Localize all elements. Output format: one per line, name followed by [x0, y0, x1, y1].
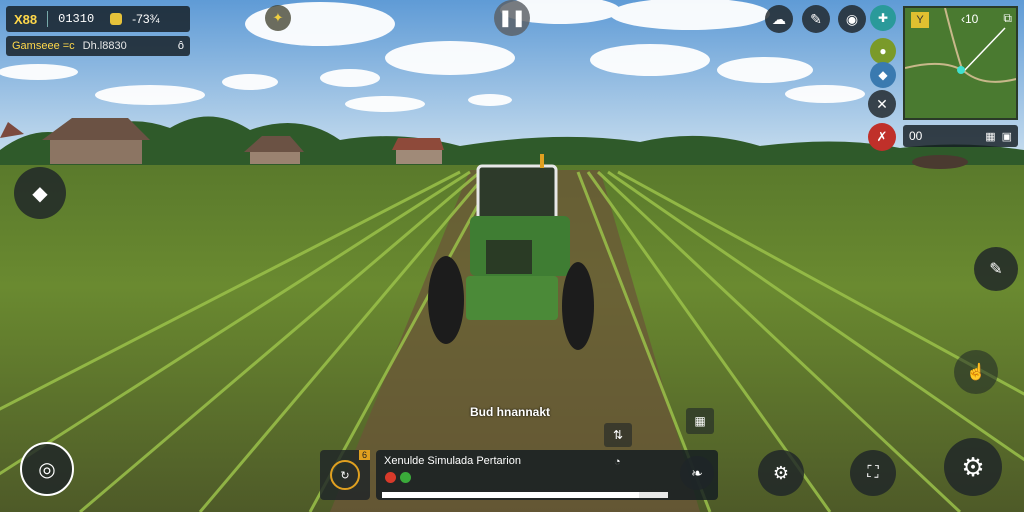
storage-icon: ▣ [1001, 130, 1012, 143]
center-label: Bud hnannakt [470, 405, 550, 419]
minimap-marker: Y [911, 12, 929, 28]
eye-button[interactable]: ● [870, 38, 896, 64]
implement-icon: ⛶ [867, 464, 879, 481]
money-panel: X88 01310 -73¾ [6, 6, 190, 32]
gear-shift-button[interactable]: ⇅ [604, 423, 632, 447]
minimap-close-icon[interactable]: ⧉ [1003, 11, 1012, 26]
weather-button[interactable]: ☁ [765, 5, 793, 33]
camera-icon: ◉ [845, 10, 859, 27]
water-button[interactable]: ◆ [870, 62, 896, 88]
task-icon-box[interactable]: ↻ 6 [320, 450, 370, 500]
leaf-icon: ❧ [691, 464, 703, 481]
cross-button[interactable]: ✕ [868, 90, 896, 118]
minimap-value: ‹10 [961, 12, 979, 26]
engine-gear-icon: ⚙ [772, 462, 790, 483]
minimap[interactable]: Y ‹10 ⧉ [903, 6, 1018, 120]
steer-icon: ◆ [32, 182, 48, 205]
coin-icon [110, 13, 123, 25]
inventory-icon: ▦ [985, 130, 996, 143]
task-progress-track [382, 492, 668, 498]
shift-icon: ⇅ [612, 428, 624, 442]
hand-icon: ☝ [966, 364, 986, 381]
cross-icon: ✕ [876, 95, 888, 112]
task-action-button[interactable]: ❧ [680, 456, 714, 490]
weather-icon: ☁ [772, 10, 786, 27]
steer-button[interactable]: ◆ [14, 167, 66, 219]
eye-icon: ● [879, 44, 887, 58]
grid-icon: ▦ [694, 414, 706, 428]
red-status-icon [385, 472, 396, 483]
horn-button[interactable]: ◎ [20, 442, 74, 496]
camera-button[interactable]: ◉ [838, 5, 866, 33]
minimap-footer-value: 00 [909, 129, 923, 143]
pen-icon: ✎ [989, 261, 1003, 278]
settings-button[interactable]: ⚙ [944, 438, 1002, 496]
gear-icon: ⚙ [961, 451, 985, 482]
drop-icon: ◆ [878, 68, 888, 82]
alert-icon: ✗ [876, 129, 888, 144]
marker-icon: ✦ [272, 10, 284, 25]
status-panel: Gamseee =c Dh.l8830 ô [6, 36, 190, 56]
gesture-button[interactable]: ☝ [954, 350, 998, 394]
task-progress-fill [382, 492, 640, 498]
minimap-footer: 00 ▦ ▣ [903, 125, 1018, 147]
tool-button[interactable]: ✎ [802, 5, 830, 33]
engine-button[interactable]: ⚙ [758, 450, 804, 496]
alert-button[interactable]: ✗ [868, 123, 896, 151]
status-right: ô [177, 40, 184, 52]
task-info-icon: ◔ [614, 456, 621, 468]
status-mid: Dh.l8830 [82, 40, 127, 52]
map-marker-button[interactable]: ✦ [265, 5, 291, 31]
task-panel: Xenulde Simulada Pertarion ◔ ❧ [376, 450, 718, 500]
green-status-icon [400, 472, 411, 483]
implement-button[interactable]: ⛶ [850, 450, 896, 496]
field-map-button[interactable]: ▦ [686, 408, 714, 434]
pause-button[interactable]: ❚❚ [494, 0, 530, 36]
pen-button[interactable]: ✎ [974, 247, 1018, 291]
vehicle-button[interactable]: ✚ [870, 5, 896, 31]
timer-icon: ↻ [330, 460, 360, 490]
time-text: 01310 [58, 12, 95, 26]
status-left: Gamseee =c [12, 40, 75, 52]
horn-icon: ◎ [38, 458, 56, 481]
task-badge: 6 [358, 450, 370, 460]
clock-icon [47, 11, 49, 27]
money-label: X88 [14, 11, 38, 27]
task-title: Xenulde Simulada Pertarion [384, 455, 521, 467]
vehicle-icon: ✚ [877, 11, 889, 25]
coin-value: -73¾ [132, 12, 160, 26]
wrench-icon: ✎ [810, 10, 822, 27]
pause-icon: ❚❚ [498, 10, 526, 27]
